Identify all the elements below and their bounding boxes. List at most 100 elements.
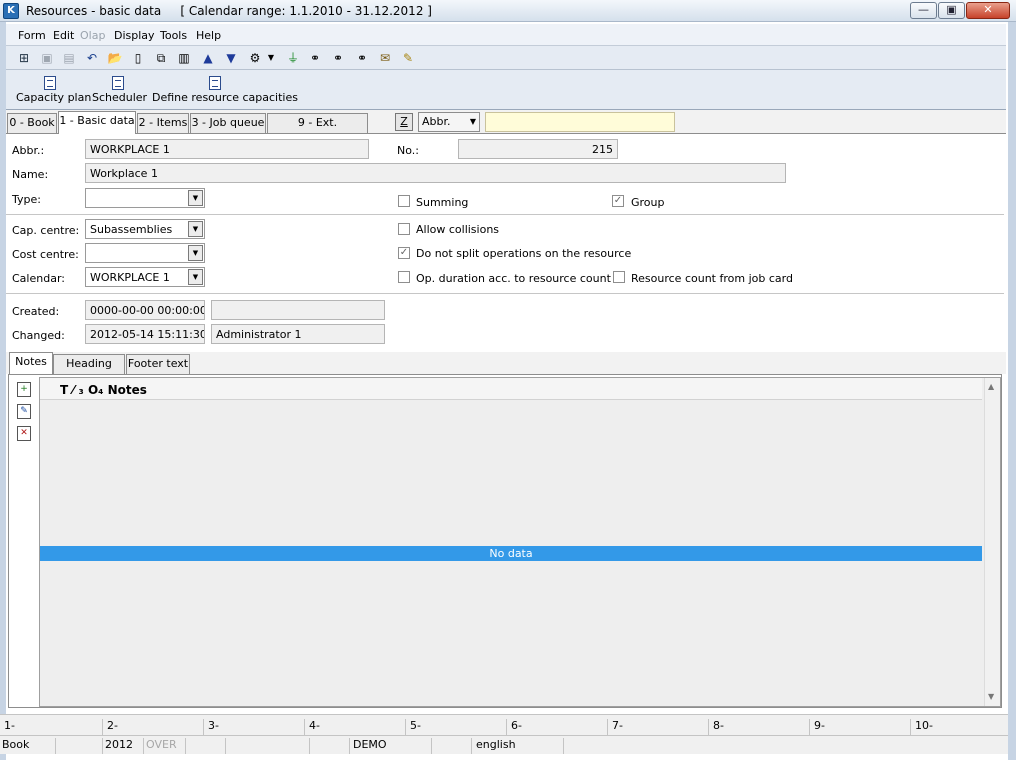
minimize-button[interactable]: — (910, 2, 937, 19)
tab-notes[interactable]: Notes (9, 352, 53, 374)
fkey-8[interactable]: 8- (708, 719, 809, 735)
find-next-icon[interactable]: ⚭ (330, 50, 346, 66)
define-capacities-icon (209, 76, 221, 90)
tab-basic-data[interactable]: 1 - Basic data (58, 111, 136, 134)
binoculars-icon[interactable]: ⚭ (307, 50, 323, 66)
op-duration-checkbox[interactable] (398, 271, 410, 283)
capacity-plan-label: Capacity plan (16, 91, 92, 104)
close-button[interactable]: ✕ (966, 2, 1010, 19)
fkey-10[interactable]: 10- (910, 719, 1008, 735)
summing-checkbox[interactable] (398, 195, 410, 207)
tab-footer-text[interactable]: Footer text (126, 354, 190, 374)
fkey-9[interactable]: 9- (809, 719, 910, 735)
fkey-2[interactable]: 2- (102, 719, 203, 735)
maximize-button[interactable]: ▣ (938, 2, 965, 19)
tab-book[interactable]: 0 - Book (7, 113, 57, 133)
scroll-down-icon[interactable]: ▼ (988, 692, 994, 701)
menu-help[interactable]: Help (196, 29, 221, 42)
settings-dropdown-icon[interactable]: ⚙ (247, 50, 263, 66)
book-icon[interactable]: ▥ (176, 50, 192, 66)
chevron-down-icon[interactable]: ▼ (263, 50, 279, 66)
chevron-down-icon[interactable]: ▼ (188, 245, 203, 261)
type-select[interactable]: ▼ (85, 188, 205, 208)
tab-ext-documents[interactable]: 9 - Ext. documents (267, 113, 368, 147)
type-label: Type: (12, 193, 41, 206)
fkey-3[interactable]: 3- (203, 719, 304, 735)
copy-icon[interactable]: ⧉ (153, 50, 169, 66)
status-empty (432, 738, 472, 754)
cost-centre-label: Cost centre: (12, 248, 79, 261)
arrow-down-icon[interactable]: ▼ (223, 50, 239, 66)
menu-tools[interactable]: Tools (160, 29, 187, 42)
status-mode: Book (0, 738, 56, 754)
open-folder-icon[interactable]: 📂 (107, 50, 123, 66)
find-prev-icon[interactable]: ⚭ (354, 50, 370, 66)
tab-items[interactable]: 2 - Items (137, 113, 189, 133)
chevron-down-icon[interactable]: ▼ (188, 190, 203, 206)
menu-display[interactable]: Display (114, 29, 155, 42)
resource-count-checkbox[interactable] (613, 271, 625, 283)
edit-note-icon[interactable]: ✎ (17, 404, 31, 419)
no-split-checkbox[interactable]: ✓ (398, 247, 410, 259)
filter-icon[interactable]: ⏚ (285, 50, 301, 66)
fkey-5[interactable]: 5- (405, 719, 506, 735)
tree-icon[interactable]: ⊞ (16, 50, 32, 66)
created-by-field[interactable] (211, 300, 385, 320)
menu-form[interactable]: Form (18, 29, 46, 42)
no-label: No.: (397, 144, 419, 157)
abbr-field[interactable]: WORKPLACE 1 (85, 139, 369, 159)
allow-collisions-label: Allow collisions (416, 223, 500, 236)
search-field-value: Abbr. (422, 115, 451, 128)
define-capacities-button[interactable]: Define resource capacities (152, 72, 298, 108)
undo-icon[interactable]: ↶ (84, 50, 100, 66)
action-bar: Capacity plan Scheduler Define resource … (6, 70, 1006, 110)
changed-label: Changed: (12, 329, 65, 342)
arrow-up-icon[interactable]: ▲ (200, 50, 216, 66)
search-input[interactable] (485, 112, 675, 132)
allow-collisions-checkbox[interactable] (398, 223, 410, 235)
add-note-icon[interactable]: + (17, 382, 31, 397)
notepad-icon[interactable]: ✎ (400, 50, 416, 66)
name-field[interactable]: Workplace 1 (85, 163, 786, 183)
menu-olap: Olap (80, 29, 106, 42)
cap-centre-select[interactable]: Subassemblies ▼ (85, 219, 205, 239)
menu-edit[interactable]: Edit (53, 29, 74, 42)
calendar-value: WORKPLACE 1 (90, 271, 170, 284)
no-data-row: No data (40, 546, 982, 561)
tab-heading-text[interactable]: Heading text (53, 354, 125, 388)
fkey-4[interactable]: 4- (304, 719, 405, 735)
status-bar: Book 2012 OVER DEMO english (0, 735, 1008, 754)
capacity-plan-icon (44, 76, 56, 90)
scheduler-button[interactable]: Scheduler (92, 72, 147, 108)
notes-grid-header[interactable]: T ⁄ ₃ O₄ Notes (40, 378, 982, 400)
chevron-down-icon[interactable]: ▼ (188, 221, 203, 237)
calendar-select[interactable]: WORKPLACE 1 ▼ (85, 267, 205, 287)
delete-note-icon[interactable]: ✕ (17, 426, 31, 441)
new-doc-icon[interactable]: ▯ (130, 50, 146, 66)
search-field-select[interactable]: Abbr. ▼ (418, 112, 480, 132)
cost-centre-select[interactable]: ▼ (85, 243, 205, 263)
mail-icon[interactable]: ✉ (377, 50, 393, 66)
fkey-1[interactable]: 1- (0, 719, 102, 735)
status-empty (186, 738, 226, 754)
tab-job-queue[interactable]: 3 - Job queue (190, 113, 266, 133)
created-field[interactable]: 0000-00-00 00:00:00 (85, 300, 205, 320)
notes-grid[interactable]: T ⁄ ₃ O₄ Notes No data ▲ ▼ (39, 377, 1001, 707)
toolbar: ⊞ ▣ ▤ ↶ 📂 ▯ ⧉ ▥ ▲ ▼ ⚙ ▼ ⏚ ⚭ ⚭ ⚭ ✉ ✎ (6, 46, 1006, 70)
fkey-7[interactable]: 7- (607, 719, 708, 735)
fkey-6[interactable]: 6- (506, 719, 607, 735)
chevron-down-icon[interactable]: ▼ (188, 269, 203, 285)
changed-field[interactable]: 2012-05-14 15:11:30 (85, 324, 205, 344)
window-title-text: Resources - basic data (26, 4, 162, 18)
basic-data-form: Abbr.: WORKPLACE 1 No.: 215 Name: Workpl… (6, 134, 1006, 352)
no-field[interactable]: 215 (458, 139, 618, 159)
capacity-plan-button[interactable]: Capacity plan (16, 72, 91, 108)
window-frame-right (1008, 22, 1016, 760)
status-empty (226, 738, 310, 754)
z-button[interactable]: Z (395, 113, 413, 131)
group-checkbox[interactable]: ✓ (612, 195, 624, 207)
scroll-up-icon[interactable]: ▲ (988, 382, 994, 391)
changed-by-field[interactable]: Administrator 1 (211, 324, 385, 344)
status-database: DEMO (350, 738, 432, 754)
grid-scrollbar[interactable]: ▲ ▼ (984, 378, 1000, 706)
